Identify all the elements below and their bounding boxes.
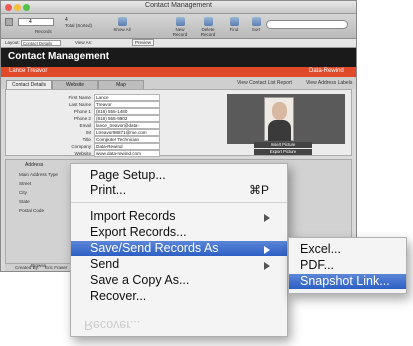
menu-item-import-records[interactable]: Import Records (90, 209, 175, 223)
submenu-arrow-icon (264, 262, 270, 270)
tab-website[interactable]: Website (52, 80, 98, 89)
created-by-value: Eric Fraser (45, 265, 68, 270)
phone2-field[interactable]: (818) 555-9902 (94, 115, 160, 122)
menu-item-send[interactable]: Send (90, 257, 119, 271)
submenu-arrow-icon (264, 246, 270, 254)
title-bar: Contact Management (1, 1, 356, 14)
face-shape (272, 102, 287, 120)
first-name-field[interactable]: Lance (94, 94, 160, 101)
search-input[interactable] (266, 20, 348, 29)
solution-header: Contact Management (1, 48, 356, 67)
last-name-field[interactable]: Treavor (94, 101, 160, 108)
website-field[interactable]: www.data-rewind.com (94, 150, 160, 157)
phone1-field[interactable]: (818) 555-1480 (94, 108, 160, 115)
book-icon[interactable] (5, 18, 13, 26)
new-record-icon (175, 17, 185, 26)
menu-item-export-records[interactable]: Export Records... (90, 225, 187, 239)
sort-button[interactable]: Sort (245, 17, 267, 32)
menu-item-recover[interactable]: Recover... (90, 289, 146, 303)
sort-icon (251, 17, 261, 26)
tab-contact-details[interactable]: Contact Details (6, 80, 52, 89)
menu-item-save-send-records-as[interactable]: Save/Send Records As (90, 241, 219, 255)
file-menu: Page Setup... Print... ⌘P Import Records… (70, 163, 288, 337)
find-button[interactable]: Find (223, 17, 245, 32)
submenu-item-excel[interactable]: Excel... (300, 242, 341, 256)
delete-record-button[interactable]: Delete Record (197, 17, 219, 37)
delete-record-icon (203, 17, 213, 26)
submenu-item-snapshot-link[interactable]: Snapshot Link... (300, 274, 390, 288)
window-title: Contact Management (145, 2, 212, 9)
address-label: Main Address Type (19, 172, 58, 177)
submenu-item-pdf[interactable]: PDF... (300, 258, 334, 272)
preview-button[interactable]: Preview (132, 39, 154, 46)
records-label: Records (35, 29, 52, 34)
tab-map[interactable]: Map (98, 80, 144, 89)
find-icon (229, 17, 239, 26)
view-report-link[interactable]: View Contact List Report (237, 80, 292, 86)
view-as-label: View As: (75, 40, 93, 45)
print-shortcut: ⌘P (249, 183, 270, 197)
records-total: Total (Sorted) (65, 23, 93, 28)
title-field[interactable]: Computer Technician (94, 136, 160, 143)
layout-bar: Layout: Contact Details View As: Preview (1, 39, 356, 48)
layout-label: Layout: (5, 40, 20, 45)
address-label: City (19, 190, 27, 195)
menu-reflection: Recover... (84, 318, 141, 332)
field-label: Last Name (68, 102, 91, 107)
toolbar: 4 4 Total (Sorted) Records Show All New … (1, 14, 356, 39)
export-picture-button[interactable]: Export Picture (254, 149, 312, 155)
contact-company: Data-Rewind (309, 68, 344, 74)
field-label: Phone 2 (73, 116, 91, 121)
shirt-shape (268, 120, 291, 141)
field-label: Title (82, 137, 91, 142)
new-record-button[interactable]: New Record (169, 17, 191, 37)
company-field[interactable]: Data-Rewind (94, 143, 160, 150)
show-all-button[interactable]: Show All (111, 17, 133, 32)
address-label: State (19, 199, 30, 204)
record-banner: Lance Treavor Data-Rewind (1, 67, 356, 77)
address-label: Street (19, 181, 32, 186)
mode-status: Browse (31, 263, 47, 268)
address-heading: Address (25, 162, 44, 168)
im-field[interactable]: Ltreavor98871@me.com (94, 129, 160, 136)
tab-row: Contact Details Website Map View Contact… (1, 77, 356, 89)
view-labels-link[interactable]: View Address Labels (306, 80, 352, 86)
field-label: Phone 1 (73, 109, 91, 114)
show-all-icon (117, 17, 127, 26)
field-label: First Name (68, 95, 91, 100)
menu-item-print[interactable]: Print... (90, 183, 126, 197)
record-number-field[interactable]: 4 (18, 18, 54, 26)
app-heading: Contact Management (8, 51, 110, 62)
email-field[interactable]: lance_treavor@data-rewind.com (94, 122, 160, 134)
contact-name: Lance Treavor (9, 68, 48, 74)
contact-photo[interactable] (264, 97, 294, 141)
insert-picture-button[interactable]: Insert Picture (254, 142, 312, 148)
save-send-submenu: Excel... PDF... Snapshot Link... (288, 237, 407, 294)
field-label: IM (85, 130, 91, 135)
menu-item-save-a-copy-as[interactable]: Save a Copy As... (90, 273, 189, 287)
submenu-arrow-icon (264, 214, 270, 222)
field-label: Company (71, 144, 91, 149)
menu-separator (71, 202, 287, 203)
menu-item-page-setup[interactable]: Page Setup... (90, 168, 166, 182)
field-label: Website (74, 151, 91, 156)
address-label: Postal Code (19, 208, 45, 213)
layout-select[interactable]: Contact Details (21, 40, 61, 46)
field-label: Email (79, 123, 92, 128)
